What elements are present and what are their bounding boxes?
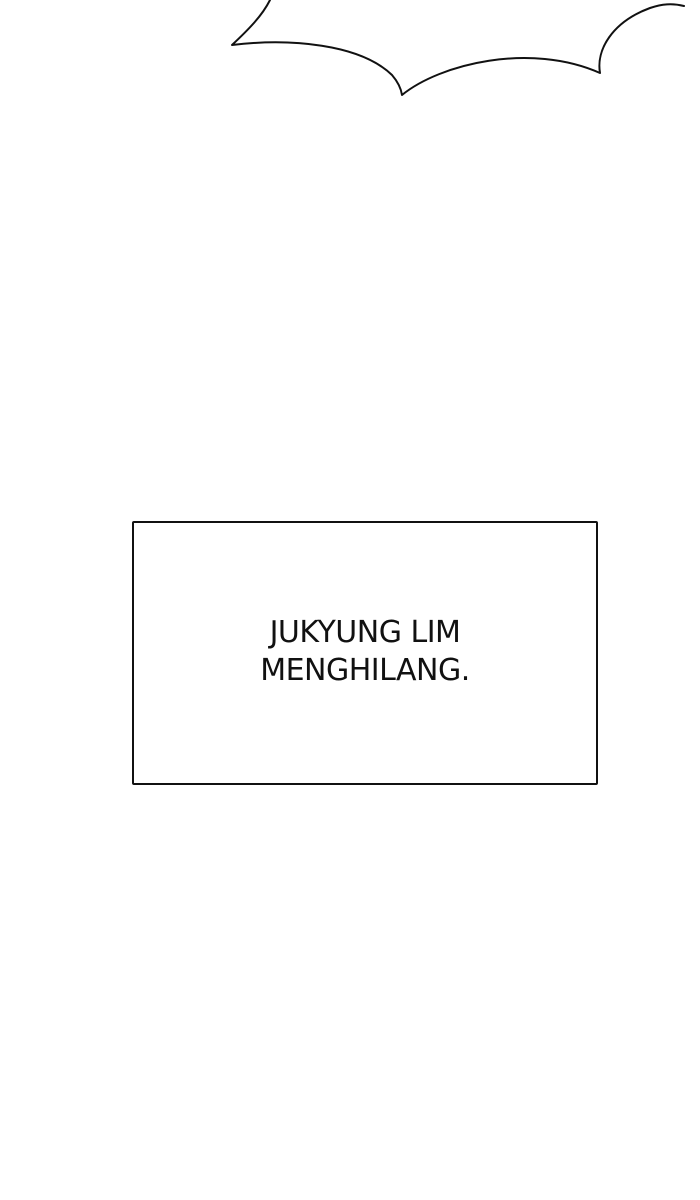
speech-bubble-outline [231,0,685,96]
comic-panel: JUKYUNG LIM MENGHILANG. [0,0,700,1200]
caption-text: JUKYUNG LIM MENGHILANG. [260,614,470,690]
caption-box: JUKYUNG LIM MENGHILANG. [132,521,598,785]
caption-line-1: JUKYUNG LIM [269,615,461,650]
caption-line-2: MENGHILANG. [260,653,470,688]
speech-bubble-edge [231,0,685,96]
